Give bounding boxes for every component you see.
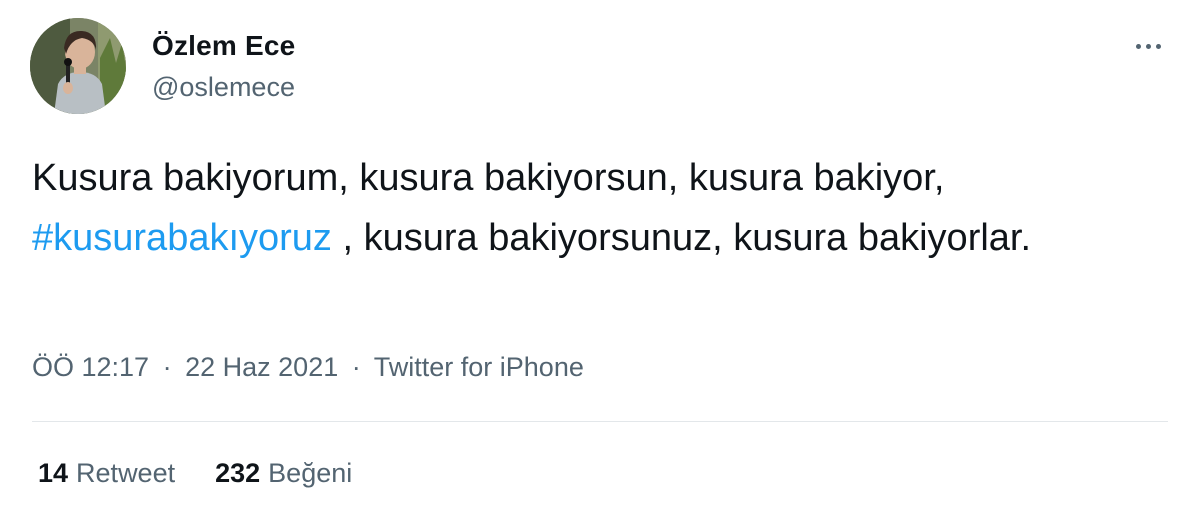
more-dot xyxy=(1155,43,1161,49)
tweet-card: Özlem Ece @oslemece Kusura bakiyorum, ku… xyxy=(0,0,1200,525)
profile-photo-icon xyxy=(30,18,126,114)
meta-separator: · xyxy=(162,352,172,382)
tweet-text-part1: Kusura bakiyorum, kusura bakiyorsun, kus… xyxy=(32,157,945,199)
tweet-source[interactable]: Twitter for iPhone xyxy=(374,352,584,382)
likes-label: Beğeni xyxy=(268,458,353,488)
more-options-button[interactable] xyxy=(1126,34,1170,58)
tweet-date[interactable]: 22 Haz 2021 xyxy=(185,352,338,382)
likes-stat[interactable]: 232 Beğeni xyxy=(215,458,352,489)
tweet-text: Kusura bakiyorum, kusura bakiyorsun, kus… xyxy=(32,148,1172,268)
divider xyxy=(32,421,1168,422)
tweet-meta: ÖÖ 12:17 · 22 Haz 2021 · Twitter for iPh… xyxy=(32,352,584,383)
retweets-label: Retweet xyxy=(76,458,176,488)
retweets-stat[interactable]: 14 Retweet xyxy=(38,458,175,489)
avatar[interactable] xyxy=(30,18,126,114)
more-horizontal-icon xyxy=(1135,43,1141,49)
more-dot xyxy=(1145,43,1151,49)
tweet-text-part2: , kusura bakiyorsunuz, kusura bakiyorlar… xyxy=(331,217,1032,259)
tweet-time[interactable]: ÖÖ 12:17 xyxy=(32,352,149,382)
retweets-count: 14 xyxy=(38,458,69,488)
likes-count: 232 xyxy=(215,458,261,488)
meta-separator: · xyxy=(351,352,361,382)
hashtag-link[interactable]: #kusurabakıyoruz xyxy=(32,217,332,259)
tweet-stats: 14 Retweet 232 Beğeni xyxy=(38,458,352,489)
author-handle[interactable]: @oslemece xyxy=(152,72,295,103)
author-name[interactable]: Özlem Ece xyxy=(152,30,295,62)
